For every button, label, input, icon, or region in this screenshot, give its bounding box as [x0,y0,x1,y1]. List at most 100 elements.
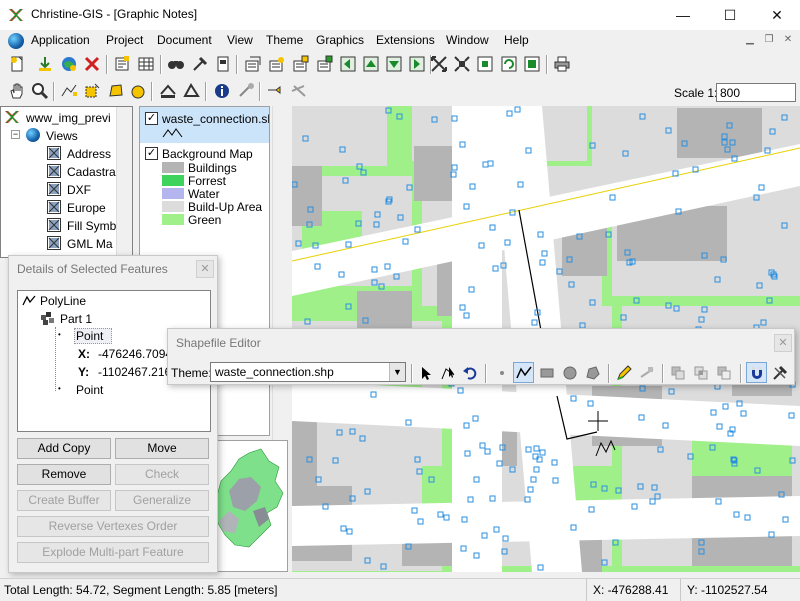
label-icon[interactable] [264,80,286,102]
overview-map[interactable] [208,440,288,572]
vertex-edit-icon[interactable] [437,362,458,383]
union-icon[interactable] [667,362,688,383]
point-icon: • [58,384,61,393]
move-left-icon[interactable] [337,53,359,75]
menu-help[interactable]: Help [504,33,529,47]
main-toolbar [0,51,800,78]
maximize-button[interactable]: ☐ [707,0,753,30]
difference-icon[interactable] [713,362,734,383]
check-button[interactable]: Check [115,464,209,485]
print-icon[interactable] [551,53,573,75]
draw-point-icon[interactable] [491,362,512,383]
create-buffer-button[interactable]: Create Buffer [17,490,111,511]
chevron-down-icon[interactable]: ▼ [389,363,405,381]
theme-legend-icon[interactable] [314,53,336,75]
draw-rectangle-icon[interactable] [536,362,557,383]
menu-application[interactable]: Application [31,33,90,47]
label-disabled-icon[interactable] [288,80,310,102]
close-button[interactable]: ✕ [754,0,800,30]
menu-view[interactable]: View [227,33,253,47]
minimize-button[interactable]: — [660,0,706,30]
draw-circle-icon[interactable] [559,362,580,383]
status-length: Total Length: 54.72, Segment Length: 5.8… [4,583,278,597]
shapefile-editor: Shapefile Editor ✕ Theme: waste_connecti… [167,328,795,385]
layout-icon[interactable] [212,53,234,75]
theme-select[interactable]: waste_connection.shp [210,362,406,382]
mdi-restore-button[interactable]: ❐ [761,33,777,47]
select-circle-icon[interactable] [127,80,149,102]
reverse-vertexes-button[interactable]: Reverse Vertexes Order [17,516,209,537]
globe-add-icon[interactable] [58,53,80,75]
new-icon[interactable] [6,53,28,75]
pencil-icon[interactable] [613,362,634,383]
move-down-icon[interactable] [383,53,405,75]
add-theme-icon[interactable] [34,53,56,75]
theme-copy-icon[interactable] [266,53,288,75]
zoom-full-icon[interactable] [428,53,450,75]
tree-scrollbar[interactable] [116,107,132,257]
details-close-button[interactable]: ✕ [196,260,214,278]
table-icon[interactable] [135,53,157,75]
properties-icon[interactable] [111,53,133,75]
move-right-icon[interactable] [406,53,428,75]
select-polygon-icon[interactable] [105,80,127,102]
scale-input[interactable] [716,83,796,102]
menu-project[interactable]: Project [106,33,143,47]
remove-button[interactable]: Remove [17,464,111,485]
select-arrow-icon[interactable] [415,362,436,383]
menu-theme[interactable]: Theme [266,33,303,47]
measure-area-icon[interactable] [181,80,203,102]
split-icon[interactable] [636,362,657,383]
view-icon [47,182,61,196]
polyline-icon [22,295,36,306]
feature-point-2-label: Point [76,383,104,397]
move-up-icon[interactable] [360,53,382,75]
add-copy-button[interactable]: Add Copy [17,438,111,459]
query-icon[interactable] [189,53,211,75]
info-icon[interactable] [211,80,233,102]
zoom-icon[interactable] [29,80,51,102]
menu-window[interactable]: Window [446,33,489,47]
collapse-icon[interactable]: − [11,130,20,139]
shapefile-editor-title: Shapefile Editor [176,336,261,350]
refresh-icon[interactable] [498,53,520,75]
part-icon [41,312,54,325]
select-rect-icon[interactable] [81,80,103,102]
menu-document[interactable]: Document [157,33,212,47]
delete-icon[interactable] [81,53,103,75]
legend-swatch [162,201,184,212]
intersect-icon[interactable] [690,362,711,383]
menu-extensions[interactable]: Extensions [376,33,435,47]
generalize-button[interactable]: Generalize [115,490,209,511]
pan-hand-icon[interactable] [6,80,28,102]
explode-multipart-button[interactable]: Explode Multi-part Feature [17,542,209,563]
move-button[interactable]: Move [115,438,209,459]
theme-up-icon[interactable] [242,53,264,75]
theme1-checkbox[interactable]: ✓ [145,112,158,125]
theme2-checkbox[interactable]: ✓ [145,147,158,160]
zoom-extent-icon[interactable] [451,53,473,75]
tree-view-item-label: GML Ma [67,237,113,251]
select-vertex-icon[interactable] [58,80,80,102]
legend-swatch [162,188,184,199]
tools-icon[interactable] [769,362,790,383]
mdi-close-button[interactable]: ✕ [780,33,796,47]
undo-icon[interactable] [459,362,480,383]
menu-graphics[interactable]: Graphics [316,33,364,47]
mdi-minimize-button[interactable]: ▁ [742,33,758,47]
hotlink-icon[interactable] [235,80,257,102]
tree-view-item-label: Europe [67,201,106,215]
measure-icon[interactable] [157,80,179,102]
globe-icon[interactable] [8,33,24,49]
find-icon[interactable] [165,53,187,75]
title-bar: Christine-GIS - [Graphic Notes] — ☐ ✕ [0,0,800,30]
zoom-previous-icon[interactable] [521,53,543,75]
theme-edit-icon[interactable] [290,53,312,75]
tree-views[interactable]: − Views [11,127,121,145]
draw-polygon-icon[interactable] [582,362,603,383]
draw-polyline-icon[interactable] [513,362,534,383]
theme2-name: Background Map [162,147,253,161]
zoom-selected-icon[interactable] [474,53,496,75]
shapefile-editor-close-button[interactable]: ✕ [774,334,792,352]
snap-magnet-icon[interactable] [746,362,767,383]
